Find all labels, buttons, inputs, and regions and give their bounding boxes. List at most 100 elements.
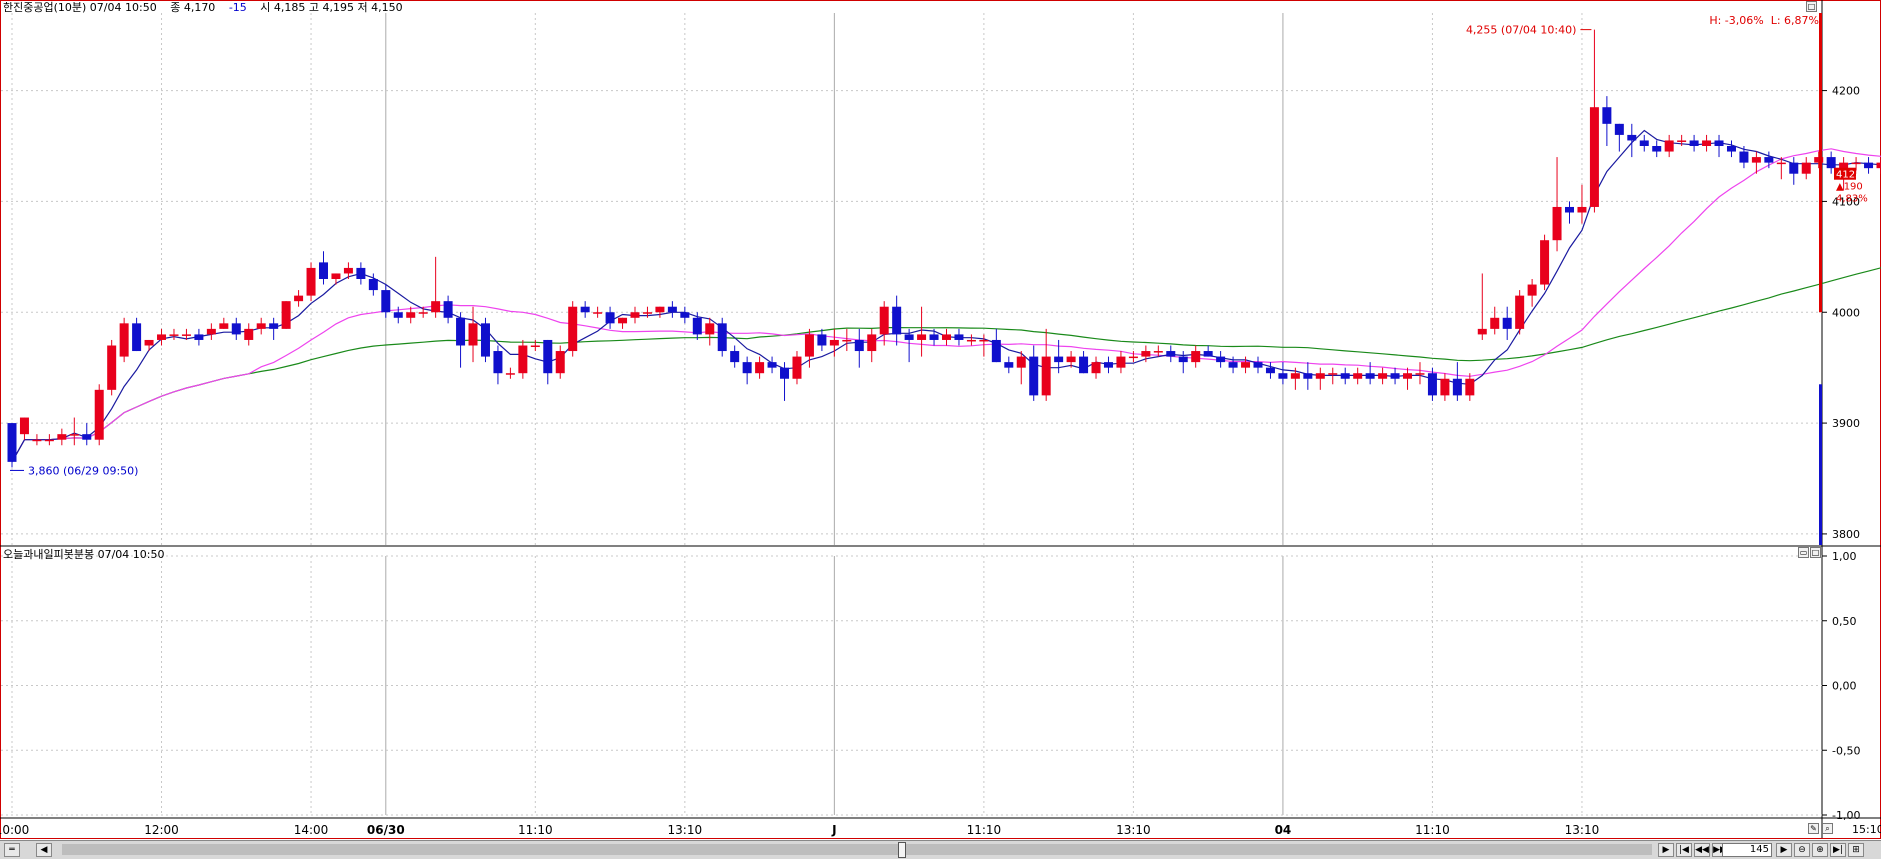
panel-close-icon[interactable]: □	[1810, 547, 1821, 558]
candle-body	[431, 301, 440, 312]
scroll-handle-icon[interactable]: ═	[4, 843, 20, 857]
candle-body	[269, 323, 278, 329]
candle-body	[1478, 329, 1487, 335]
stock-chart-window: 10:0012:0014:0006/3011:1013:10J11:1013:1…	[0, 0, 1881, 858]
candle-body	[1042, 357, 1051, 396]
candle-body	[780, 368, 789, 379]
candle-body	[493, 351, 502, 373]
chart-canvas[interactable]: 10:0012:0014:0006/3011:1013:10J11:1013:1…	[0, 0, 1881, 858]
candle-body	[1241, 362, 1250, 368]
candle-body	[1353, 373, 1362, 379]
candle-body	[1141, 351, 1150, 357]
candle-body	[132, 323, 141, 351]
candle-body	[1254, 362, 1263, 368]
x-tick-label: J	[831, 823, 836, 837]
low-annotation: 3,860 (06/29 09:50)	[28, 464, 138, 477]
candle-body	[1627, 135, 1636, 141]
candle-body	[1690, 140, 1699, 146]
current-price-change: ▲190	[1836, 182, 1863, 193]
hl-low: L: 6,87%	[1771, 14, 1819, 27]
candle-body	[1116, 357, 1125, 368]
candle-body	[1739, 152, 1748, 163]
ma60-line	[12, 258, 1881, 462]
candle-body	[1266, 368, 1275, 374]
scroll-right-icon[interactable]: ▶	[1658, 843, 1674, 857]
candle-body	[145, 340, 154, 346]
candle-body	[743, 362, 752, 373]
candle-body	[469, 323, 478, 345]
candle-body	[1216, 357, 1225, 363]
candle-body	[1540, 240, 1549, 284]
current-price-label: 4125	[1836, 170, 1861, 181]
candle-body	[855, 340, 864, 351]
zoom-count-input[interactable]: 145	[1722, 843, 1772, 857]
y-tick-label: 3800	[1832, 528, 1860, 541]
lower-panel-title: 오늘과내일피봇분봉 07/04 10:50	[3, 548, 164, 561]
candle-body	[1715, 140, 1724, 146]
x-tick-label: 11:10	[1415, 823, 1450, 837]
y-tick-label: 3900	[1832, 417, 1860, 430]
candle-body	[1503, 318, 1512, 329]
hl-high: H: -3,06%	[1709, 14, 1763, 27]
candle-body	[531, 346, 540, 348]
x-tick-label: 12:00	[144, 823, 179, 837]
candle-body	[1403, 373, 1412, 379]
scroll-thumb[interactable]	[898, 842, 906, 858]
candle-body	[456, 318, 465, 346]
candle-body	[1702, 140, 1711, 146]
candle-body	[693, 318, 702, 335]
scroll-bar[interactable]: ═ ◀ ▶ |◀ ◀◀ ▶▶ 145 ▶ ⊖ ⊕ ▶| ⊞	[0, 840, 1881, 859]
candle-body	[618, 318, 627, 324]
candle-body	[1341, 373, 1350, 379]
axis-profile-down	[1819, 384, 1822, 545]
candle-body	[1154, 351, 1163, 353]
candle-body	[1104, 362, 1113, 368]
first-page-icon[interactable]: |◀	[1676, 843, 1692, 857]
y-tick-label: 4200	[1832, 85, 1860, 98]
candle-body	[344, 268, 353, 274]
candle-body	[369, 279, 378, 290]
candle-body	[581, 307, 590, 313]
candle-body	[905, 334, 914, 340]
candle-body	[1864, 163, 1873, 169]
lower-y-tick-label: -0,50	[1832, 744, 1860, 757]
candle-body	[830, 340, 839, 346]
candle-body	[942, 334, 951, 340]
candle-body	[319, 262, 328, 279]
x-tick-label: 06/30	[367, 823, 405, 837]
lower-y-tick-label: 0,00	[1832, 680, 1857, 693]
prev-page-icon[interactable]: ◀◀	[1694, 843, 1710, 857]
candle-body	[1465, 379, 1474, 396]
scroll-left-icon[interactable]: ◀	[36, 843, 52, 857]
magnifier-icon[interactable]: ⌕	[1822, 823, 1833, 834]
candle-body	[1166, 351, 1175, 357]
candle-body	[967, 340, 976, 342]
candle-body	[1752, 157, 1761, 163]
x-tick-label: 11:10	[518, 823, 553, 837]
panel-close-icon[interactable]: □	[1806, 1, 1817, 12]
panel-minimize-icon[interactable]: ▭	[1798, 547, 1809, 558]
grid-icon[interactable]: ⊞	[1848, 843, 1864, 857]
candle-body	[207, 329, 216, 335]
candle-body	[992, 340, 1001, 362]
candle-body	[1029, 357, 1038, 396]
candle-body	[631, 312, 640, 318]
zoom-in-icon[interactable]: ⊕	[1812, 843, 1828, 857]
candle-body	[1615, 124, 1624, 135]
candle-body	[1092, 362, 1101, 373]
play-icon[interactable]: ▶	[1776, 843, 1792, 857]
zoom-out-icon[interactable]: ⊖	[1794, 843, 1810, 857]
candle-body	[543, 340, 552, 373]
candle-body	[1229, 362, 1238, 368]
candle-body	[1378, 373, 1387, 379]
axis-profile-up	[1819, 13, 1822, 312]
candle-body	[1453, 379, 1462, 396]
edit-icon[interactable]: ✎	[1808, 823, 1819, 834]
scroll-end-icon[interactable]: ▶|	[1830, 843, 1846, 857]
x-tick-label: 04	[1275, 823, 1292, 837]
candle-body	[20, 418, 29, 435]
candle-body	[45, 440, 54, 442]
candle-body	[1303, 373, 1312, 379]
scroll-track[interactable]	[62, 844, 1652, 855]
candle-body	[680, 312, 689, 318]
